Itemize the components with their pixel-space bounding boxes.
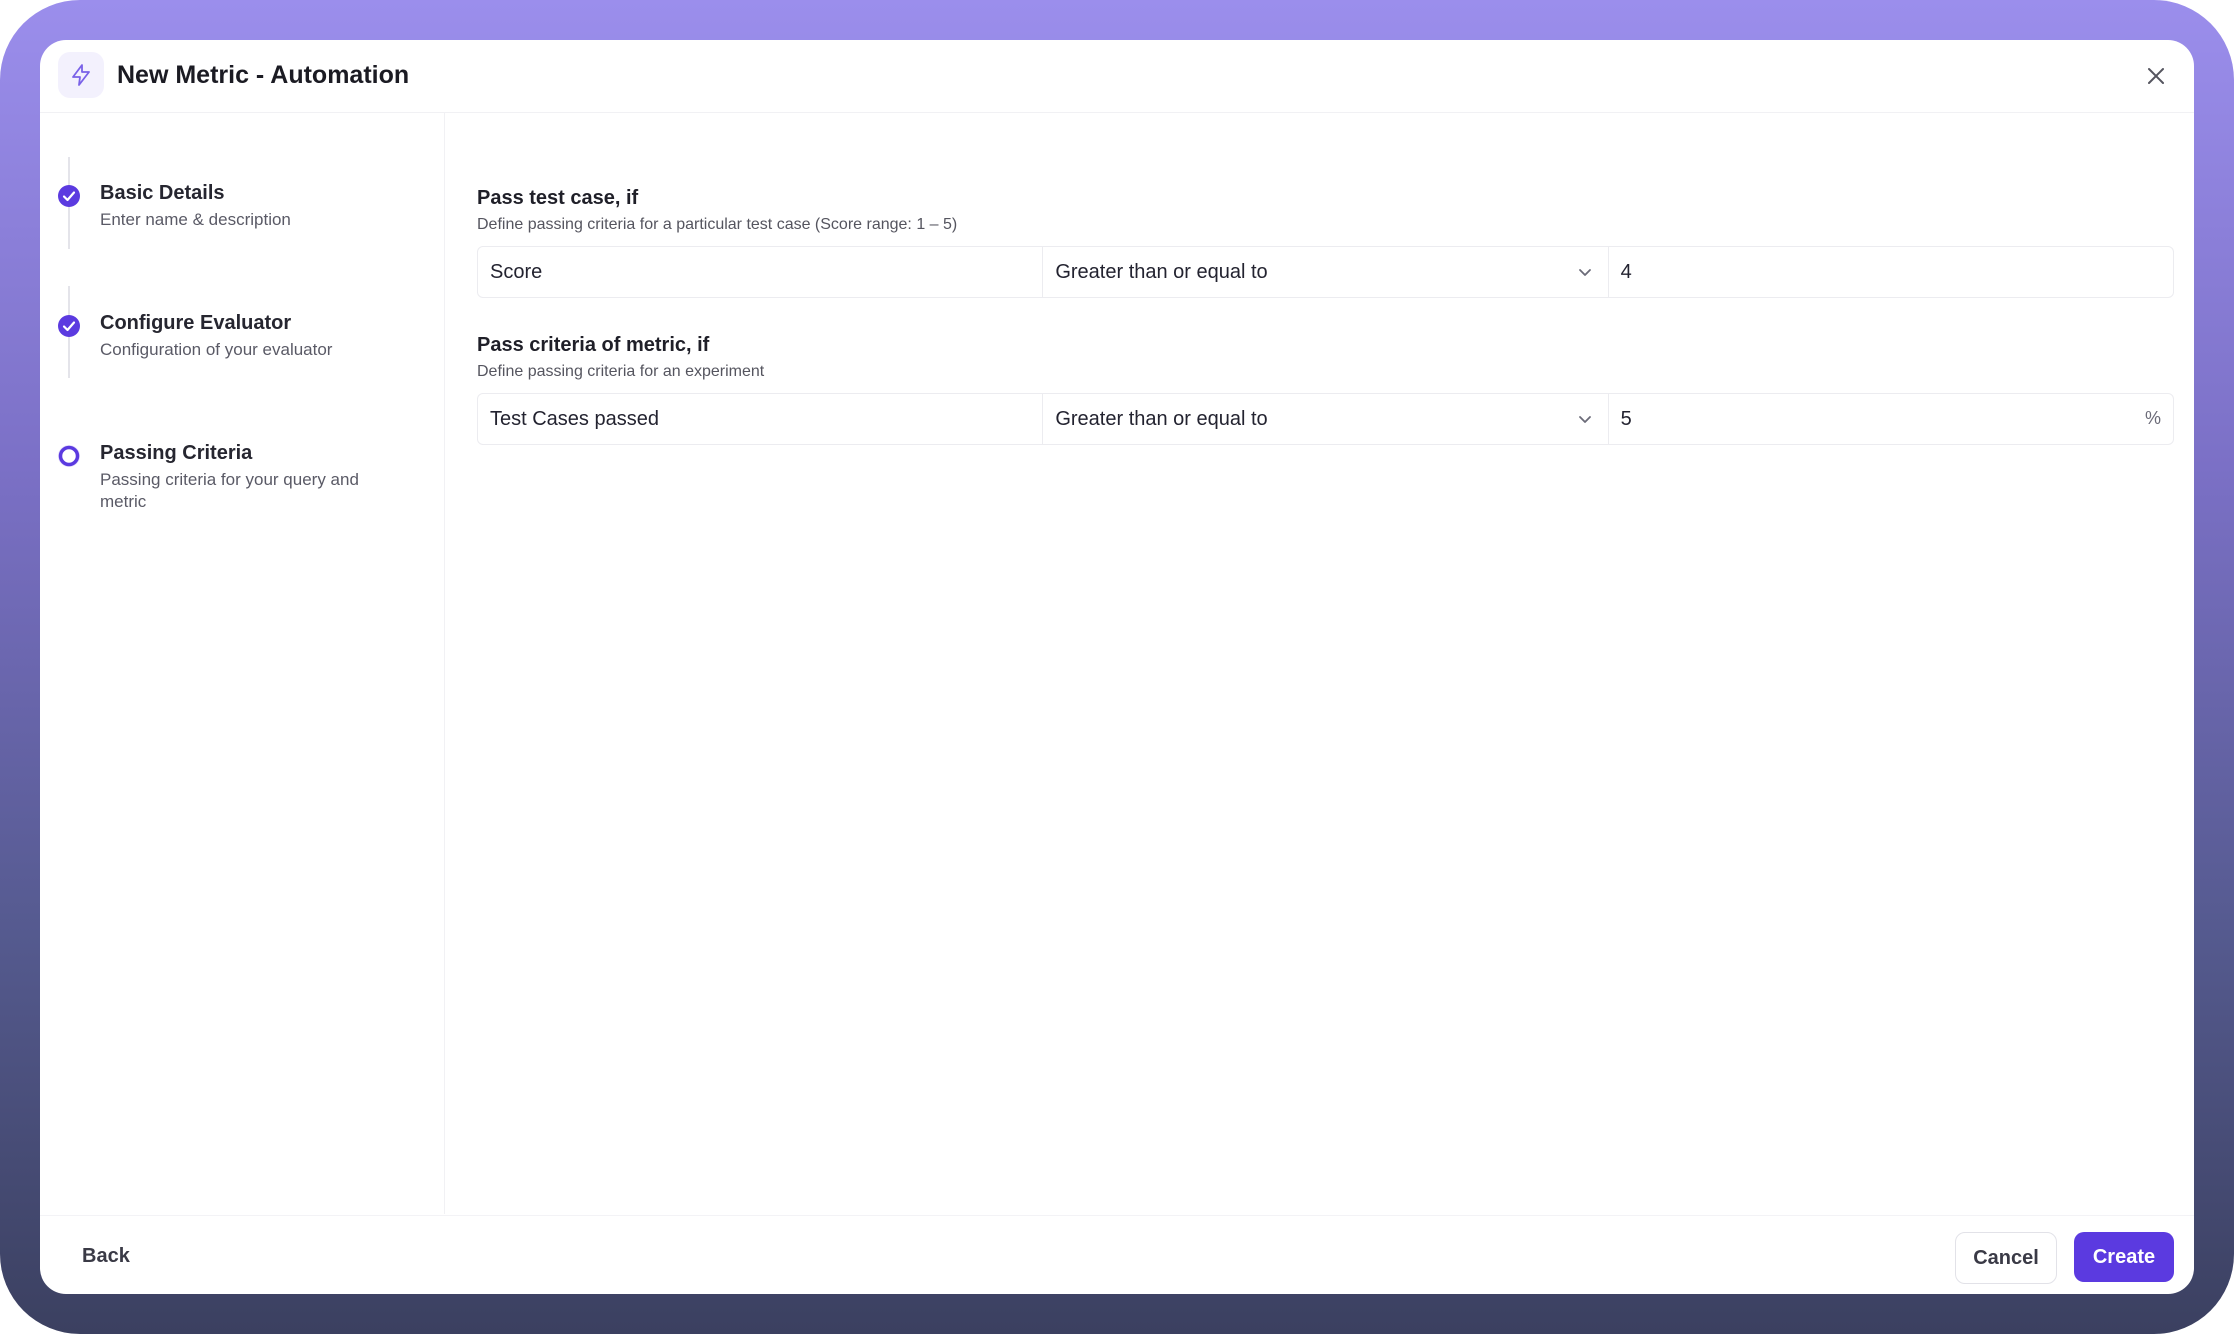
operator-value: Greater than or equal to bbox=[1055, 260, 1268, 283]
score-value-input[interactable]: 4 bbox=[1607, 247, 2173, 297]
step-description: Enter name & description bbox=[100, 210, 291, 229]
section-title: Pass test case, if bbox=[477, 187, 639, 209]
current-step-icon bbox=[57, 444, 81, 468]
back-button[interactable]: Back bbox=[74, 1238, 138, 1274]
close-icon bbox=[2148, 68, 2164, 84]
chevron-down-icon bbox=[1578, 416, 1591, 423]
percent-icon: % bbox=[2144, 408, 2161, 428]
operator-select[interactable]: Greater than or equal to bbox=[1042, 394, 1607, 444]
criteria-field: Score bbox=[490, 260, 543, 283]
step-description: Passing criteria for your query and metr… bbox=[100, 470, 359, 511]
check-circle-icon bbox=[57, 314, 81, 338]
step-title: Configure Evaluator bbox=[100, 312, 292, 334]
dialog-title: New Metric - Automation bbox=[117, 61, 410, 89]
check-circle-icon bbox=[57, 184, 81, 208]
create-button[interactable]: Create bbox=[2074, 1232, 2174, 1282]
criteria-field: Test Cases passed bbox=[490, 407, 659, 430]
step-description: Configuration of your evaluator bbox=[100, 340, 333, 359]
chevron-down-icon bbox=[1578, 269, 1591, 276]
operator-select[interactable]: Greater than or equal to bbox=[1042, 247, 1607, 297]
criteria-row: Test Cases passed Greater than or equal … bbox=[477, 393, 2174, 445]
step-title: Basic Details bbox=[100, 182, 225, 204]
dialog-footer: Back Cancel Create bbox=[40, 1215, 2194, 1294]
dialog-header: New Metric - Automation bbox=[40, 40, 2194, 113]
section-title: Pass criteria of metric, if bbox=[477, 334, 710, 356]
section-description: Define passing criteria for an experimen… bbox=[477, 363, 765, 380]
step-title: Passing Criteria bbox=[100, 442, 253, 464]
close-button[interactable] bbox=[2138, 58, 2174, 94]
percent-value-input[interactable]: 5 % bbox=[1607, 394, 2173, 444]
main-content: Pass test case, if Define passing criter… bbox=[445, 113, 2194, 1214]
new-metric-dialog: New Metric - Automation Basic Details En… bbox=[40, 40, 2194, 1294]
operator-value: Greater than or equal to bbox=[1055, 407, 1268, 430]
criteria-row: Score Greater than or equal to 4 bbox=[477, 246, 2174, 298]
percent-value: 5 bbox=[1620, 407, 1632, 430]
stepper-sidebar: Basic Details Enter name & description C… bbox=[40, 113, 445, 1214]
lightning-icon bbox=[58, 52, 104, 98]
section-description: Define passing criteria for a particular… bbox=[477, 216, 958, 233]
cancel-button[interactable]: Cancel bbox=[1955, 1232, 2057, 1284]
